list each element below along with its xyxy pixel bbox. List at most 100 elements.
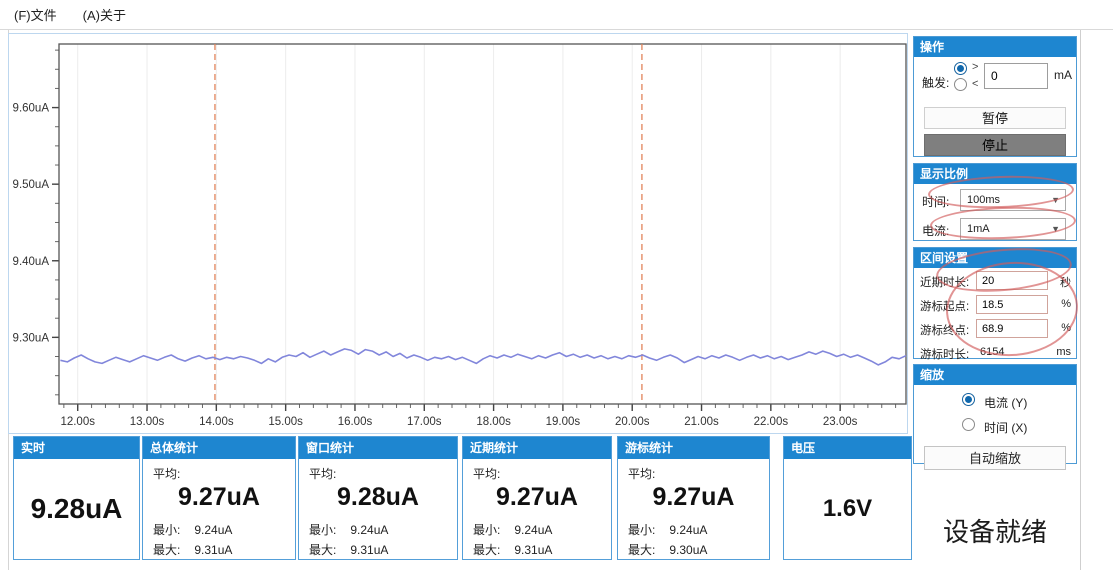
zoom-panel: 缩放 电流 (Y) 时间 (X) 自动缩放	[913, 364, 1077, 464]
cursor-duration-unit: ms	[1056, 346, 1071, 358]
overall-stats-panel: 总体统计 平均: 9.27uA 最小: 9.24uA 最大: 9.31uA	[142, 436, 296, 560]
time-scale-row: 时间: 100ms ▼	[914, 189, 1076, 213]
interval-settings-panel: 区间设置 近期时长: 秒 游标起点: % 游标终点: % 游标时长: 6154 …	[913, 247, 1077, 359]
recent-stats-title: 近期统计	[463, 437, 611, 459]
cursor-stats-title: 游标统计	[618, 437, 769, 459]
y-tick-label: 9.30uA	[13, 332, 50, 344]
x-tick-label: 17.00s	[407, 416, 442, 428]
cursor-min-value: 9.24uA	[669, 523, 707, 537]
overall-max-label: 最大:	[153, 543, 180, 557]
recent-duration-input[interactable]	[976, 271, 1048, 290]
recent-duration-unit: 秒	[1060, 274, 1071, 290]
window-avg-label: 平均:	[309, 465, 336, 482]
recent-stats-panel: 近期统计 平均: 9.27uA 最小:9.24uA 最大:9.31uA	[462, 436, 612, 560]
trigger-unit-label: mA	[1054, 68, 1072, 82]
cursor-stats-panel: 游标统计 平均: 9.27uA 最小: 9.24uA 最大: 9.30uA	[617, 436, 770, 560]
overall-stats-title: 总体统计	[143, 437, 295, 459]
cursor-end-unit: %	[1061, 322, 1071, 334]
realtime-value: 9.28uA	[14, 459, 139, 559]
window-max-label: 最大:	[309, 543, 336, 557]
cursor-avg-value: 9.27uA	[618, 483, 769, 512]
stop-button[interactable]: 停止	[924, 134, 1066, 156]
chevron-down-icon: ▼	[1051, 219, 1060, 239]
cursor-start-label: 游标起点:	[920, 298, 969, 314]
display-scale-panel: 显示比例 时间: 100ms ▼ 电流: 1mA ▼	[913, 163, 1077, 241]
realtime-panel: 实时 9.28uA	[13, 436, 140, 560]
overall-avg-label: 平均:	[153, 465, 180, 482]
x-tick-label: 16.00s	[338, 416, 373, 428]
overall-avg-value: 9.27uA	[143, 483, 295, 512]
window-min-label: 最小:	[309, 523, 336, 537]
cursor-end-label: 游标终点:	[920, 322, 969, 338]
time-scale-dropdown[interactable]: 100ms ▼	[960, 189, 1066, 211]
window-max-value: 9.31uA	[350, 543, 388, 557]
greater-than-label: >	[972, 61, 978, 73]
x-tick-label: 20.00s	[615, 416, 650, 428]
current-scale-value: 1mA	[967, 223, 990, 235]
trigger-less-radio[interactable]	[954, 78, 967, 91]
trigger-greater-radio[interactable]	[954, 62, 967, 75]
cursor-end-row: 游标终点: %	[914, 319, 1076, 340]
recent-avg-value: 9.27uA	[463, 483, 611, 512]
operation-panel-title: 操作	[914, 37, 1076, 57]
auto-zoom-button[interactable]: 自动缩放	[924, 446, 1066, 470]
overall-min-value: 9.24uA	[194, 523, 232, 537]
recent-duration-label: 近期时长:	[920, 274, 969, 290]
current-scale-row: 电流: 1mA ▼	[914, 218, 1076, 242]
time-scale-label: 时间:	[922, 193, 949, 210]
less-than-label: <	[972, 78, 978, 90]
y-tick-label: 9.60uA	[13, 103, 50, 115]
x-tick-label: 19.00s	[546, 416, 581, 428]
window-stats-title: 窗口统计	[299, 437, 457, 459]
x-tick-label: 18.00s	[476, 416, 511, 428]
cursor-max-value: 9.30uA	[669, 543, 707, 557]
cursor-max-label: 最大:	[628, 543, 655, 557]
pause-button[interactable]: 暂停	[924, 107, 1066, 129]
window-right-border	[1080, 30, 1081, 570]
waveform-line	[60, 349, 906, 365]
x-tick-label: 15.00s	[268, 416, 303, 428]
device-status-text: 设备就绪	[913, 512, 1077, 549]
x-tick-label: 13.00s	[130, 416, 165, 428]
voltage-value: 1.6V	[784, 459, 911, 559]
menu-item-file[interactable]: (F)文件	[10, 3, 61, 26]
chevron-down-icon: ▼	[1051, 190, 1060, 210]
recent-duration-row: 近期时长: 秒	[914, 271, 1076, 292]
recent-avg-label: 平均:	[473, 465, 500, 482]
x-tick-label: 12.00s	[60, 416, 95, 428]
waveform-chart-panel[interactable]: 12.00s13.00s14.00s15.00s16.00s17.00s18.0…	[8, 33, 908, 434]
waveform-chart-svg[interactable]: 12.00s13.00s14.00s15.00s16.00s17.00s18.0…	[9, 34, 907, 433]
x-tick-label: 22.00s	[754, 416, 789, 428]
display-scale-title: 显示比例	[914, 164, 1076, 184]
trigger-threshold-input[interactable]	[984, 63, 1048, 89]
cursor-start-row: 游标起点: %	[914, 295, 1076, 316]
menu-item-about[interactable]: (A)关于	[79, 3, 130, 26]
zoom-current-row: 电流 (Y)	[914, 392, 1076, 410]
zoom-time-x-label: 时间 (X)	[984, 419, 1027, 436]
zoom-time-x-radio[interactable]	[962, 418, 975, 431]
voltage-panel: 电压 1.6V	[783, 436, 912, 560]
cursor-duration-row: 游标时长: 6154 ms	[914, 343, 1076, 364]
zoom-current-y-radio[interactable]	[962, 393, 975, 406]
y-tick-label: 9.40uA	[13, 256, 50, 268]
zoom-panel-title: 缩放	[914, 365, 1076, 385]
cursor-avg-label: 平均:	[628, 465, 655, 482]
cursor-start-unit: %	[1061, 298, 1071, 310]
cursor-duration-value: 6154	[980, 346, 1004, 358]
trigger-label: 触发:	[922, 74, 949, 91]
overall-max-value: 9.31uA	[194, 543, 232, 557]
window-avg-value: 9.28uA	[299, 483, 457, 512]
trigger-row: 触发: > < mA	[914, 61, 1076, 101]
overall-min-label: 最小:	[153, 523, 180, 537]
recent-max-label: 最大:	[473, 543, 500, 557]
cursor-end-input[interactable]	[976, 319, 1048, 338]
cursor-duration-label: 游标时长:	[920, 346, 969, 362]
realtime-panel-title: 实时	[14, 437, 139, 459]
cursor-start-input[interactable]	[976, 295, 1048, 314]
menu-bar: (F)文件 (A)关于	[0, 0, 1113, 30]
window-stats-panel: 窗口统计 平均: 9.28uA 最小: 9.24uA 最大: 9.31uA	[298, 436, 458, 560]
y-tick-label: 9.50uA	[13, 179, 50, 191]
cursor-min-label: 最小:	[628, 523, 655, 537]
current-scale-dropdown[interactable]: 1mA ▼	[960, 218, 1066, 240]
window-min-value: 9.24uA	[350, 523, 388, 537]
